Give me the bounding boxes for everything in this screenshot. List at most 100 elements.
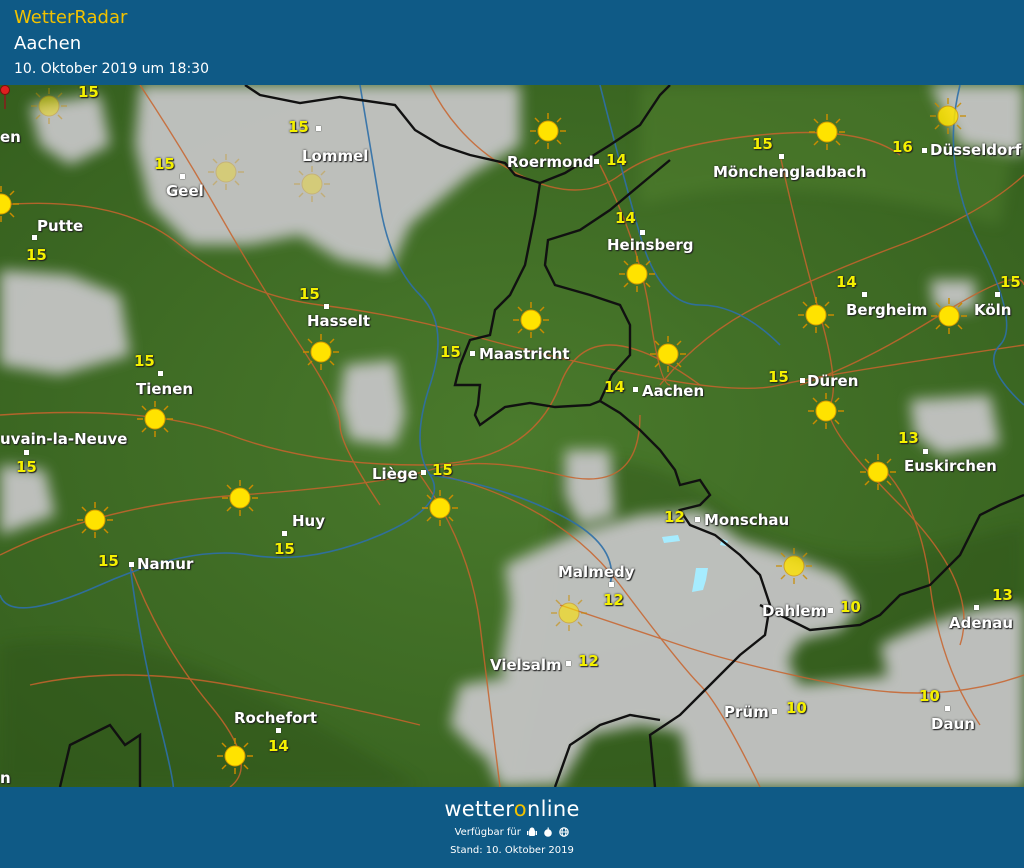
temperature-label: 12 <box>603 591 624 609</box>
city-louvain-la-neuve[interactable]: uvain-la-Neuve <box>0 431 127 447</box>
data-timestamp: Stand: 10. Oktober 2019 <box>450 845 574 856</box>
temperature-label: 14 <box>836 273 857 291</box>
web-icon[interactable] <box>559 827 570 837</box>
sun-icon <box>650 336 686 372</box>
location-title: Aachen <box>14 33 82 54</box>
city-marker <box>862 292 867 297</box>
city-adenau[interactable]: Adenau <box>949 615 1013 631</box>
city-heinsberg[interactable]: Heinsberg <box>607 237 694 253</box>
app-title: WetterRadar <box>14 7 128 28</box>
wetteronline-logo[interactable]: wetteronline <box>0 797 1024 821</box>
sun-icon <box>77 502 113 538</box>
city-marker <box>316 126 321 131</box>
apple-icon[interactable] <box>543 827 553 837</box>
city-marker <box>594 159 599 164</box>
temperature-label: 15 <box>154 155 175 173</box>
city-marker <box>609 582 614 587</box>
temperature-label: 14 <box>615 209 636 227</box>
city-marker <box>945 706 950 711</box>
temperature-label: 15 <box>288 118 309 136</box>
temperature-label: 15 <box>78 85 99 101</box>
city-liege[interactable]: Liège <box>372 466 418 482</box>
city-rochefort[interactable]: Rochefort <box>234 710 317 726</box>
temperature-label: 15 <box>98 552 119 570</box>
temperature-label: 10 <box>919 687 940 705</box>
city-namur[interactable]: Namur <box>137 556 193 572</box>
city-moenchengladbach[interactable]: Mönchengladbach <box>713 164 867 180</box>
city-marker <box>470 351 475 356</box>
city-marker <box>282 531 287 536</box>
city-huy[interactable]: Huy <box>292 513 325 529</box>
temperature-label: 15 <box>440 343 461 361</box>
sun-icon <box>422 490 458 526</box>
city-koeln[interactable]: Köln <box>974 302 1012 318</box>
temperature-label: 14 <box>606 151 627 169</box>
city-marker <box>129 562 134 567</box>
sun-icon <box>930 98 966 134</box>
android-icon[interactable] <box>527 827 538 837</box>
temperature-label: 15 <box>134 352 155 370</box>
city-geel[interactable]: Geel <box>166 183 204 199</box>
city-pruem[interactable]: Prüm <box>724 704 769 720</box>
footer-bar: wetteronline Verfügbar für Stand: 10. Ok… <box>0 787 1024 868</box>
city-marker <box>640 230 645 235</box>
city-marker <box>800 378 805 383</box>
city-marker <box>24 450 29 455</box>
sun-icon <box>208 154 244 190</box>
city-dueren[interactable]: Düren <box>807 373 858 389</box>
city-malmedy[interactable]: Malmedy <box>558 564 635 580</box>
city-duesseldorf[interactable]: Düsseldorf <box>930 142 1021 158</box>
city-bergheim[interactable]: Bergheim <box>846 302 927 318</box>
city-euskirchen[interactable]: Euskirchen <box>904 458 997 474</box>
city-edge-label: n <box>0 769 11 787</box>
city-vielsalm[interactable]: Vielsalm <box>490 657 562 673</box>
city-marker <box>995 292 1000 297</box>
city-marker <box>828 608 833 613</box>
city-marker <box>158 371 163 376</box>
city-putte[interactable]: Putte <box>37 218 83 234</box>
sun-icon <box>860 454 896 490</box>
temperature-label: 12 <box>578 652 599 670</box>
city-marker <box>633 387 638 392</box>
city-marker <box>922 148 927 153</box>
city-daun[interactable]: Daun <box>931 716 975 732</box>
temperature-label: 15 <box>768 368 789 386</box>
header-bar: WetterRadar Aachen 10. Oktober 2019 um 1… <box>0 0 1024 85</box>
city-hasselt[interactable]: Hasselt <box>307 313 370 329</box>
sun-icon <box>931 298 967 334</box>
city-marker <box>566 661 571 666</box>
temperature-label: 15 <box>26 246 47 264</box>
city-monschau[interactable]: Monschau <box>704 512 789 528</box>
sun-icon <box>217 738 253 774</box>
city-marker <box>923 449 928 454</box>
temperature-label: 10 <box>840 598 861 616</box>
city-tienen[interactable]: Tienen <box>136 381 193 397</box>
city-dahlem[interactable]: Dahlem <box>762 603 826 619</box>
temperature-label: 15 <box>432 461 453 479</box>
city-aachen[interactable]: Aachen <box>642 383 704 399</box>
city-marker <box>324 304 329 309</box>
city-marker <box>772 709 777 714</box>
temperature-label: 12 <box>664 508 685 526</box>
temperature-label: 15 <box>1000 273 1021 291</box>
temperature-label: 15 <box>752 135 773 153</box>
weather-radar-map[interactable]: Lommel 15 Roermond 14 15 Mönchengladbach… <box>0 85 1024 787</box>
sun-icon <box>222 480 258 516</box>
city-marker <box>276 728 281 733</box>
city-roermond[interactable]: Roermond <box>507 154 594 170</box>
temperature-label: 13 <box>992 586 1013 604</box>
sun-icon <box>808 393 844 429</box>
city-maastricht[interactable]: Maastricht <box>479 346 570 362</box>
city-edge-label: en <box>0 128 21 146</box>
sun-icon <box>809 114 845 150</box>
temperature-label: 15 <box>274 540 295 558</box>
temperature-label: 15 <box>16 458 37 476</box>
city-marker <box>32 235 37 240</box>
city-lommel[interactable]: Lommel <box>302 148 368 164</box>
sun-icon <box>0 186 19 222</box>
temperature-label: 15 <box>299 285 320 303</box>
sun-icon <box>31 88 67 124</box>
sun-icon <box>798 297 834 333</box>
location-pin-icon[interactable] <box>0 85 10 109</box>
temperature-label: 14 <box>268 737 289 755</box>
